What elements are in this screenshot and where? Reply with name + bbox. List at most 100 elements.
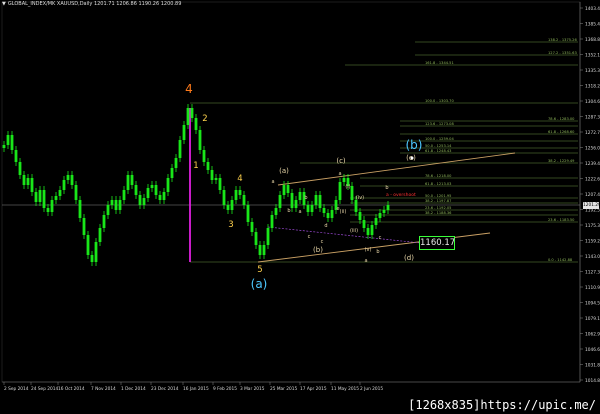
candle-body xyxy=(182,125,186,140)
date-axis-label: 23 Dec 2014 xyxy=(151,386,179,392)
price-axis-label: 1403.49 xyxy=(585,6,600,12)
price-axis-label: 1335.34 xyxy=(585,68,600,74)
price-axis-label: 1207.44 xyxy=(585,192,600,198)
candle-body xyxy=(86,235,90,255)
date-axis-label: 2 Sep 2014 xyxy=(4,386,29,392)
candle-body xyxy=(282,185,286,195)
candle-body xyxy=(194,118,198,130)
wave-label: (v) xyxy=(365,247,372,253)
candle-body xyxy=(326,213,330,218)
watermark: [1268x835]https://upic.me/ xyxy=(408,398,596,412)
wave-label: 2 xyxy=(202,114,207,124)
candle-body xyxy=(150,185,154,188)
wave-label: (iv) xyxy=(356,195,364,201)
candle-body xyxy=(358,212,362,220)
candle-body xyxy=(138,195,142,205)
upper-channel-line xyxy=(277,152,516,186)
price-axis-label: 1287.35 xyxy=(585,114,600,120)
candle-body xyxy=(270,215,274,228)
candle-body xyxy=(202,150,206,162)
candle-body xyxy=(222,190,226,205)
candle-body xyxy=(354,200,358,212)
candle-body xyxy=(342,178,346,182)
price-chart[interactable]: 1403.49 1385.46 1368.84 1352.13 1335.34 1318.… xyxy=(0,0,600,414)
wave-label: (iii) xyxy=(350,228,358,234)
candle-body xyxy=(122,190,126,200)
wave-label: c xyxy=(379,235,382,241)
plot-frame xyxy=(1,1,581,383)
candle-body xyxy=(62,180,66,190)
price-axis-label: 1352.13 xyxy=(585,52,600,58)
candle-body xyxy=(378,213,382,218)
candle-body xyxy=(130,175,134,185)
candle-body xyxy=(134,185,138,195)
fib-level-label: 50.0 - 1253.14 xyxy=(425,144,452,148)
candle-body xyxy=(82,218,86,235)
date-axis-label: 16 Oct 2014 xyxy=(58,386,85,392)
candle-body xyxy=(18,162,22,175)
wave-label: 4 xyxy=(237,174,242,184)
candle-body xyxy=(146,188,150,198)
price-axis-label: 1272.72 xyxy=(585,130,600,136)
candle-body xyxy=(58,190,62,196)
fib-level-label: 100.0 - 1303.70 xyxy=(425,99,454,103)
fib-level-label: 23.6 - 1183.50 xyxy=(548,218,575,222)
candle-body xyxy=(294,200,298,208)
date-axis-label: 9 Feb 2015 xyxy=(213,386,237,392)
fib-level-label: 78.6 - 1283.00 xyxy=(548,117,575,121)
wave-label: 5 xyxy=(257,265,262,275)
candle-body xyxy=(178,140,182,158)
candle-body xyxy=(14,150,18,162)
candle-body xyxy=(70,175,74,185)
fib-level-label: 50.0 - 1201.95 xyxy=(425,194,451,198)
candle-body xyxy=(258,245,262,255)
candle-body xyxy=(50,200,54,212)
candle-body xyxy=(242,195,246,205)
wave-label: (a) xyxy=(251,277,268,291)
candle-body xyxy=(90,255,94,262)
candle-body xyxy=(158,195,162,200)
lower-channel-line xyxy=(257,232,491,263)
candle-body xyxy=(234,190,238,200)
candle-body xyxy=(338,182,342,200)
candle-body xyxy=(254,232,258,245)
candle-body xyxy=(230,200,234,210)
wave-label: (d) xyxy=(404,254,414,262)
price-axis-label: 1094.53 xyxy=(585,300,600,306)
price-axis-label: 1014.89 xyxy=(585,378,600,384)
date-axis-label: 16 Jan 2015 xyxy=(183,386,209,392)
candle-body xyxy=(162,192,166,200)
wave-label: a xyxy=(271,179,274,185)
wave-label: (i) xyxy=(345,184,350,190)
candle-body xyxy=(198,130,202,150)
candle-body xyxy=(54,196,58,200)
candle-body xyxy=(154,185,158,195)
candle-body xyxy=(314,195,318,205)
candle-body xyxy=(246,205,250,222)
candle-body xyxy=(382,210,386,213)
candle-body xyxy=(374,218,378,225)
price-axis-label: 1222.63 xyxy=(585,176,600,182)
wave-label: c xyxy=(321,239,324,245)
date-axis-label: 3 Mar 2015 xyxy=(240,386,265,392)
overshoot-label: a - overshoot xyxy=(386,192,416,198)
date-axis-label: 11 May 2015 xyxy=(331,386,359,392)
candle-body xyxy=(98,228,102,242)
price-axis-label: 1031.84 xyxy=(585,362,600,368)
dropdown-triangle-icon[interactable]: ▼ xyxy=(2,1,6,7)
price-axis-label: 1110.96 xyxy=(585,285,600,291)
candle-body xyxy=(330,210,334,218)
wave-label: 1 xyxy=(193,161,198,171)
candle-body xyxy=(26,178,30,185)
wave-label: b xyxy=(376,249,379,255)
wave-label: b xyxy=(287,208,290,214)
wave-label: c xyxy=(308,234,311,240)
candle-body xyxy=(322,208,326,213)
wave-label: d xyxy=(324,223,327,229)
fib-level-label: 161.8 - 1344.51 xyxy=(425,61,454,65)
fib-level-label: 38.2 - 1197.87 xyxy=(425,199,451,203)
candle-body xyxy=(290,193,294,208)
candle-body xyxy=(278,195,282,208)
candle-body xyxy=(102,215,106,228)
candle-body xyxy=(142,198,146,205)
